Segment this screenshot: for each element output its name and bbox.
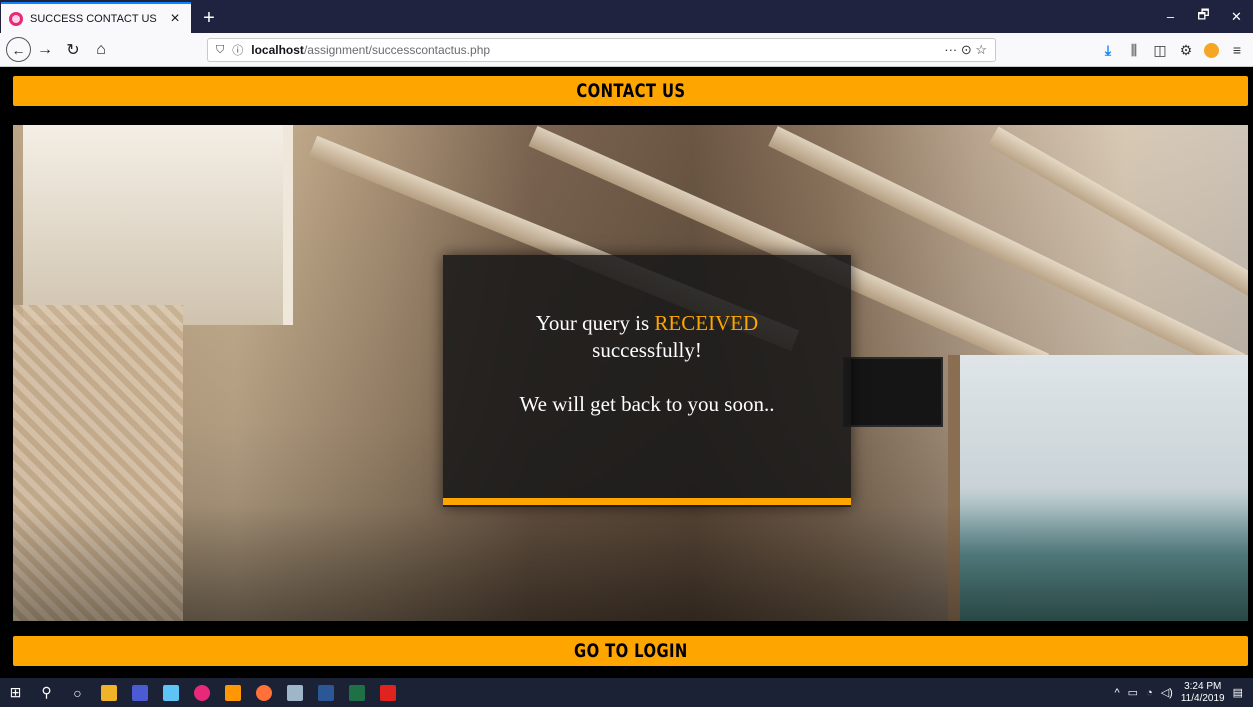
cortana-button[interactable]: ○ — [62, 678, 93, 707]
dev-app-icon — [131, 684, 148, 701]
hero-background-image: Your query is RECEIVED successfully! We … — [13, 125, 1248, 621]
go-to-login-button[interactable]: GO TO LOGIN — [13, 636, 1248, 666]
wifi-icon[interactable]: ◔ — [1146, 687, 1153, 699]
profile-extension-icon[interactable] — [1204, 42, 1219, 58]
battery-icon[interactable]: ▭ — [1128, 686, 1138, 699]
taskbar-app-devcpp[interactable] — [124, 678, 155, 707]
taskbar-app-editor[interactable] — [155, 678, 186, 707]
volume-icon[interactable]: ◁) — [1161, 686, 1173, 699]
home-button[interactable]: ⌂ — [87, 36, 115, 64]
file-explorer-icon — [100, 684, 117, 701]
decor-window-left — [23, 125, 293, 325]
browser-nav-bar: ← → ↻ ⌂ ⛉ ⓘ localhost /assignment/succes… — [0, 33, 1253, 67]
excel-icon — [348, 684, 365, 701]
cortana-icon: ○ — [73, 684, 82, 701]
tab-favicon-icon — [9, 11, 23, 26]
page-content: CONTACT US Your query is RECEIVED succes… — [0, 68, 1253, 678]
taskbar-app-explorer[interactable] — [93, 678, 124, 707]
go-to-login-label: GO TO LOGIN — [573, 640, 688, 662]
success-message-panel: Your query is RECEIVED successfully! We … — [443, 255, 851, 507]
search-button[interactable]: ⚲ — [31, 678, 62, 707]
restore-button[interactable]: 🗗 — [1187, 0, 1220, 33]
firefox-icon — [255, 684, 272, 701]
panel-accent-bar — [443, 498, 851, 505]
close-window-button[interactable]: ✕ — [1220, 0, 1253, 33]
url-host: localhost — [251, 43, 304, 57]
taskbar-app-pink[interactable] — [186, 678, 217, 707]
download-icon[interactable]: ⤓ — [1100, 42, 1116, 59]
taskbar-app-paint[interactable] — [279, 678, 310, 707]
search-icon: ⚲ — [41, 684, 52, 700]
window-controls: – 🗗 ✕ — [1154, 0, 1253, 33]
sidebar-icon[interactable]: ◫ — [1152, 42, 1168, 59]
tracking-shield-icon[interactable]: ⛉ — [216, 44, 224, 57]
message-line-2: We will get back to you soon.. — [519, 392, 775, 416]
editor-icon — [162, 684, 179, 701]
start-button[interactable]: ⊞ — [0, 678, 31, 707]
taskbar-app-excel[interactable] — [341, 678, 372, 707]
decor-floor-shadow — [13, 505, 1248, 621]
message-prefix: Your query is — [535, 311, 655, 335]
new-tab-button[interactable]: + — [194, 3, 224, 33]
tab-close-button[interactable]: × — [167, 10, 183, 27]
url-actions[interactable]: ··· ⊙ ☆ — [944, 39, 987, 61]
menu-icon[interactable]: ≡ — [1229, 42, 1245, 58]
taskbar-app-word[interactable] — [310, 678, 341, 707]
notification-icon[interactable]: ▤ — [1233, 686, 1243, 699]
forward-button[interactable]: → — [31, 36, 59, 64]
system-tray: ^ ▭ ◔ ◁) 3:24 PM 11/4/2019 ▤ — [1114, 678, 1253, 707]
browser-tab-strip: SUCCESS CONTACT US × + – 🗗 ✕ — [0, 0, 1253, 33]
tab-title: SUCCESS CONTACT US — [30, 12, 157, 25]
taskbar-app-acrobat[interactable] — [372, 678, 403, 707]
browser-toolbar: ⤓ ⫼ ◫ ⚙ ≡ — [1100, 37, 1245, 63]
chevron-up-icon[interactable]: ^ — [1114, 687, 1119, 699]
message-line-1-suffix: successfully! — [592, 338, 702, 362]
url-bar[interactable]: ⛉ ⓘ localhost /assignment/successcontact… — [207, 38, 996, 62]
taskbar-app-sublime[interactable] — [217, 678, 248, 707]
acrobat-icon — [379, 684, 396, 701]
clock-time: 3:24 PM — [1184, 680, 1222, 692]
message-accent: RECEIVED — [654, 311, 759, 335]
browser-tab[interactable]: SUCCESS CONTACT US × — [1, 2, 191, 33]
app-pink-icon — [193, 684, 210, 701]
word-icon — [317, 684, 334, 701]
library-icon[interactable]: ⫼ — [1126, 42, 1142, 59]
page-header: CONTACT US — [13, 76, 1248, 106]
success-message: Your query is RECEIVED successfully! We … — [443, 310, 851, 418]
windows-icon: ⊞ — [9, 684, 22, 700]
taskbar-app-firefox[interactable] — [248, 678, 279, 707]
url-path: /assignment/successcontactus.php — [303, 43, 491, 57]
extension-icon[interactable]: ⚙ — [1178, 42, 1194, 59]
reload-button[interactable]: ↻ — [59, 36, 87, 64]
page-title: CONTACT US — [575, 80, 686, 102]
back-button[interactable]: ← — [6, 37, 31, 62]
paint-icon — [286, 684, 303, 701]
minimize-button[interactable]: – — [1154, 0, 1187, 33]
site-info-icon[interactable]: ⓘ — [232, 42, 243, 58]
sublime-icon — [224, 684, 241, 701]
clock-date: 11/4/2019 — [1180, 692, 1225, 704]
windows-taskbar: ⊞ ⚲ ○ ^ ▭ ◔ ◁) 3:24 PM 11/4/2019 ▤ — [0, 678, 1253, 707]
message-line-1: Your query is RECEIVED — [443, 310, 851, 337]
clock[interactable]: 3:24 PM 11/4/2019 — [1181, 681, 1225, 705]
decor-television — [843, 357, 943, 427]
